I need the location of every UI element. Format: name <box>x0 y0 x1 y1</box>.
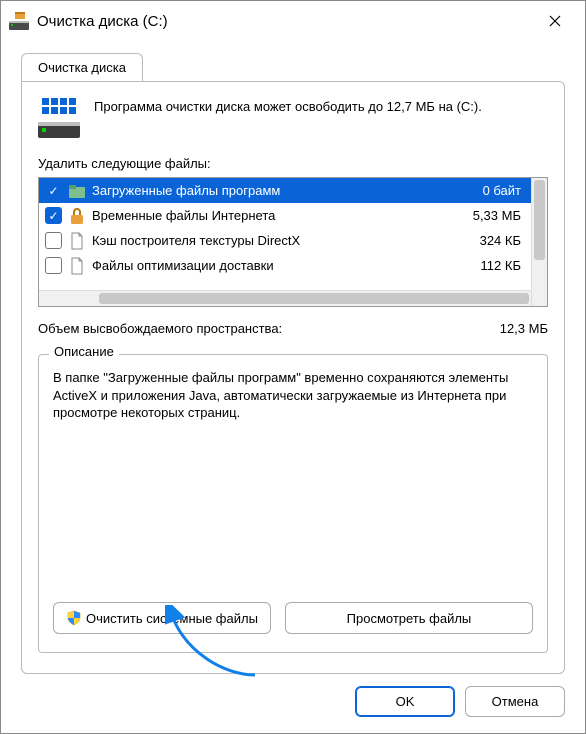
file-size: 5,33 МБ <box>445 208 525 223</box>
folder-icon <box>68 182 86 200</box>
freeable-space-label: Объем высвобождаемого пространства: <box>38 321 500 336</box>
close-button[interactable] <box>533 6 577 36</box>
view-files-button[interactable]: Просмотреть файлы <box>285 602 533 634</box>
file-checkbox[interactable] <box>45 182 62 199</box>
file-name: Загруженные файлы программ <box>92 183 439 198</box>
view-files-label: Просмотреть файлы <box>347 611 472 626</box>
file-icon <box>68 232 86 250</box>
file-checkbox[interactable] <box>45 232 62 249</box>
tabpanel: Программа очистки диска может освободить… <box>21 81 565 674</box>
freeable-space-value: 12,3 МБ <box>500 321 548 336</box>
intro-text: Программа очистки диска может освободить… <box>94 98 548 116</box>
tabstrip: Очистка диска <box>21 53 565 81</box>
file-name: Кэш построителя текстуры DirectX <box>92 233 439 248</box>
shield-icon <box>66 610 82 626</box>
files-label: Удалить следующие файлы: <box>38 156 548 171</box>
tab-cleanup[interactable]: Очистка диска <box>21 53 143 81</box>
window-title: Очистка диска (C:) <box>37 13 533 30</box>
drive-icon <box>38 98 80 138</box>
file-name: Временные файлы Интернета <box>92 208 439 223</box>
horizontal-scrollbar[interactable] <box>39 290 531 306</box>
file-icon <box>68 257 86 275</box>
titlebar: Очистка диска (C:) <box>1 1 585 41</box>
dialog-footer: OK Отмена <box>1 674 585 733</box>
file-row[interactable]: Временные файлы Интернета 5,33 МБ <box>39 203 531 228</box>
file-checkbox[interactable] <box>45 257 62 274</box>
file-size: 324 КБ <box>445 233 525 248</box>
clean-system-files-label: Очистить системные файлы <box>86 611 258 626</box>
intro-row: Программа очистки диска может освободить… <box>38 98 548 138</box>
file-checkbox[interactable] <box>45 207 62 224</box>
disk-cleanup-window: Очистка диска (C:) Очистка диска <box>0 0 586 734</box>
description-group: Описание В папке "Загруженные файлы прог… <box>38 354 548 653</box>
disk-cleanup-icon <box>9 12 29 30</box>
file-row[interactable]: Файлы оптимизации доставки 112 КБ <box>39 253 531 278</box>
description-legend: Описание <box>49 344 119 359</box>
clean-system-files-button[interactable]: Очистить системные файлы <box>53 602 271 634</box>
freeable-space-row: Объем высвобождаемого пространства: 12,3… <box>38 321 548 336</box>
file-row[interactable]: Загруженные файлы программ 0 байт <box>39 178 531 203</box>
file-name: Файлы оптимизации доставки <box>92 258 439 273</box>
vertical-scrollbar[interactable] <box>531 178 547 306</box>
lock-icon <box>68 207 86 225</box>
file-row[interactable]: Кэш построителя текстуры DirectX 324 КБ <box>39 228 531 253</box>
files-listbox: Загруженные файлы программ 0 байт Временны… <box>38 177 548 307</box>
cancel-button[interactable]: Отмена <box>465 686 565 717</box>
ok-button[interactable]: OK <box>355 686 455 717</box>
file-size: 112 КБ <box>445 258 525 273</box>
description-text: В папке "Загруженные файлы программ" вре… <box>53 369 533 590</box>
file-size: 0 байт <box>445 183 525 198</box>
